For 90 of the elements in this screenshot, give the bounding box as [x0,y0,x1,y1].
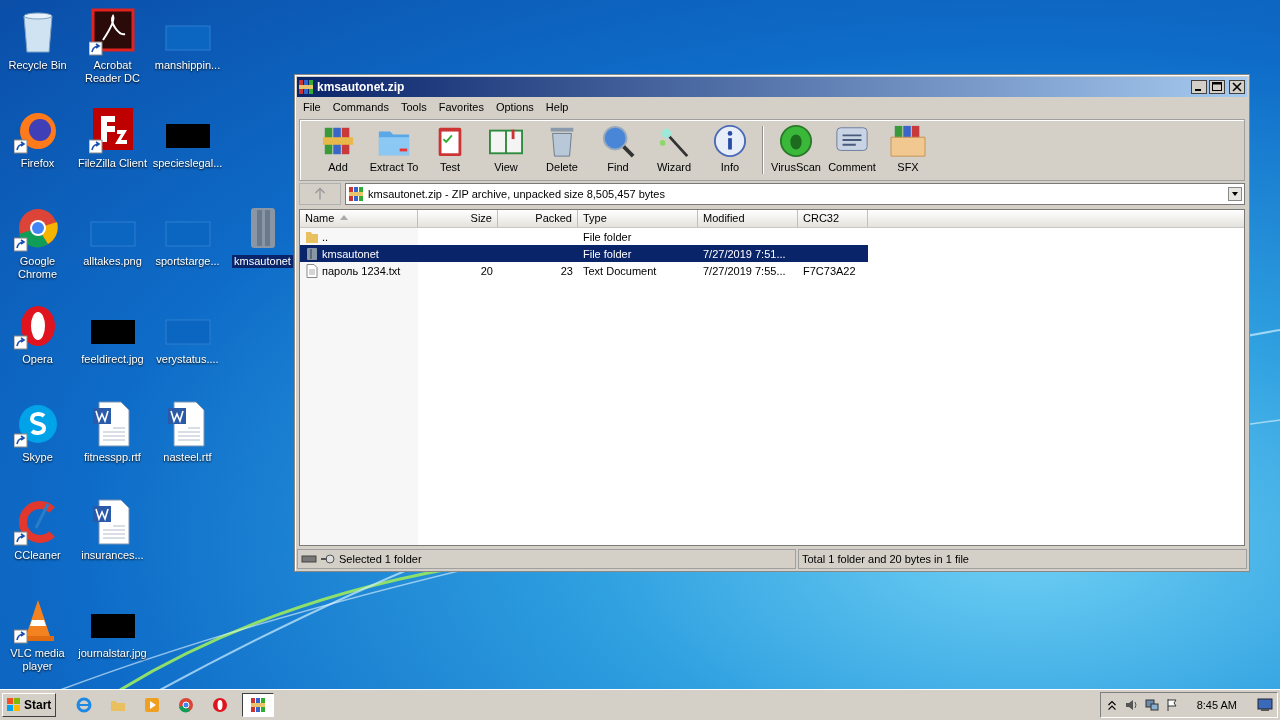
icon-label: Opera [21,353,54,366]
bug-icon [777,124,815,158]
file-row[interactable]: kmsautonet File folder 7/27/2019 7:51... [300,245,868,262]
winrar-icon [349,187,363,201]
table-cell: пароль 1234.txt [322,264,401,277]
menu-item[interactable]: Options [489,99,540,115]
address-text: kmsautonet.zip - ZIP archive, unpacked size 8,505,457 bytes [368,188,666,200]
icon-label: FileZilla Client [76,157,149,170]
table-cell: File folder [583,247,632,260]
toolbar-button[interactable]: View [478,120,534,180]
status-text: Selected 1 folder [339,553,422,565]
opera-icon [212,697,229,713]
table-cell: kmsautonet [322,247,379,260]
menu-item[interactable]: Help [539,99,575,115]
status-text: Total 1 folder and 20 bytes in 1 file [802,553,969,565]
windows-logo-icon [7,698,21,712]
toolbar-button[interactable]: SFX [880,120,936,180]
show-desktop-button[interactable] [1257,698,1273,712]
close-button[interactable] [1229,80,1245,94]
icon-label: Recycle Bin [7,59,68,72]
menu-item[interactable]: Tools [395,99,433,115]
flag-icon[interactable] [1164,698,1179,712]
icon-label: feeldirect.jpg [80,353,145,366]
table-cell: 23 [560,264,573,277]
chrome-icon [178,697,195,713]
table-cell: .. [322,230,329,243]
column-header[interactable]: Modified [698,210,798,227]
toolbar-button[interactable]: Comment [824,120,880,180]
toolbar-button[interactable]: Delete [534,120,590,180]
key-icon [320,554,336,564]
menu-item[interactable]: Favorites [432,99,490,115]
internet-explorer-icon [76,697,93,713]
address-field[interactable]: kmsautonet.zip - ZIP archive, unpacked size 8,505,457 bytes [345,183,1245,205]
table-cell: Text Document [583,264,657,277]
icon-label: Google Chrome [16,255,59,281]
icon-label: Skype [21,451,54,464]
start-button[interactable]: Start [2,693,57,717]
archive-folder-icon [305,246,319,261]
drive-icon [301,554,317,564]
minimize-button[interactable] [1191,80,1207,94]
media-player-icon [144,697,161,713]
clock[interactable]: 8:45 AM [1196,699,1237,711]
toolbar-button[interactable]: Wizard [646,120,702,180]
info-icon [711,124,749,158]
winrar-icon [250,697,267,713]
toolbar-button[interactable]: VirusScan [768,120,824,180]
column-header[interactable]: Packed [498,210,578,227]
icon-label: verystatus.... [155,353,220,366]
column-header[interactable]: Size [418,210,498,227]
acrobat-icon[interactable] [88,8,137,56]
winrar-icon [299,80,313,94]
file-row[interactable]: пароль 1234.txt 20 23 Text Document 7/27/2019 7:55... F7C73A22 [300,262,868,279]
table-cell: 20 [480,264,493,277]
maximize-button[interactable] [1209,80,1225,94]
toolbar-button[interactable]: Info [702,120,758,180]
folder-icon [305,229,319,244]
taskbar-button[interactable] [242,693,275,717]
text-file-icon [305,263,319,278]
icon-label: sportstarge... [154,255,221,268]
icon-label: specieslegal... [151,157,224,170]
icon-label: kmsautonet [232,255,293,268]
icon-label: nasteel.rtf [162,451,213,464]
toolbar-button[interactable]: Test [422,120,478,180]
column-header[interactable]: Name [300,210,418,227]
file-row[interactable]: .. File folder [300,228,868,245]
icon-label: Firefox [19,157,56,170]
icon-label: CCleaner [13,549,62,562]
box-icon [889,124,927,158]
column-header[interactable]: Type [578,210,698,227]
network-icon[interactable] [1144,698,1159,712]
sort-arrow-icon [340,215,348,220]
table-cell: F7C73A22 [803,264,856,277]
window-title: kmsautonet.zip [317,80,406,94]
icon-label: manshippin... [153,59,222,72]
table-cell: 7/27/2019 7:55... [703,264,786,277]
icon-label: VLC media player [9,647,66,673]
icon-label: alltakes.png [82,255,143,268]
icon-label: Acrobat Reader DC [84,59,141,85]
toolbar-button[interactable]: Add [310,120,366,180]
icon-label: journalstar.jpg [77,647,148,660]
column-header[interactable]: CRC32 [798,210,868,227]
speaker-icon[interactable] [1124,698,1139,712]
menu-item[interactable]: Commands [326,99,395,115]
table-cell: 7/27/2019 7:51... [703,247,786,260]
toolbar-button[interactable]: Extract To [366,120,422,180]
icon-label: fitnesspp.rtf [83,451,142,464]
icon-label: insurances... [80,549,145,562]
toolbar-button[interactable]: Find [590,120,646,180]
menu-item[interactable]: File [297,99,327,115]
table-cell: File folder [583,230,632,243]
